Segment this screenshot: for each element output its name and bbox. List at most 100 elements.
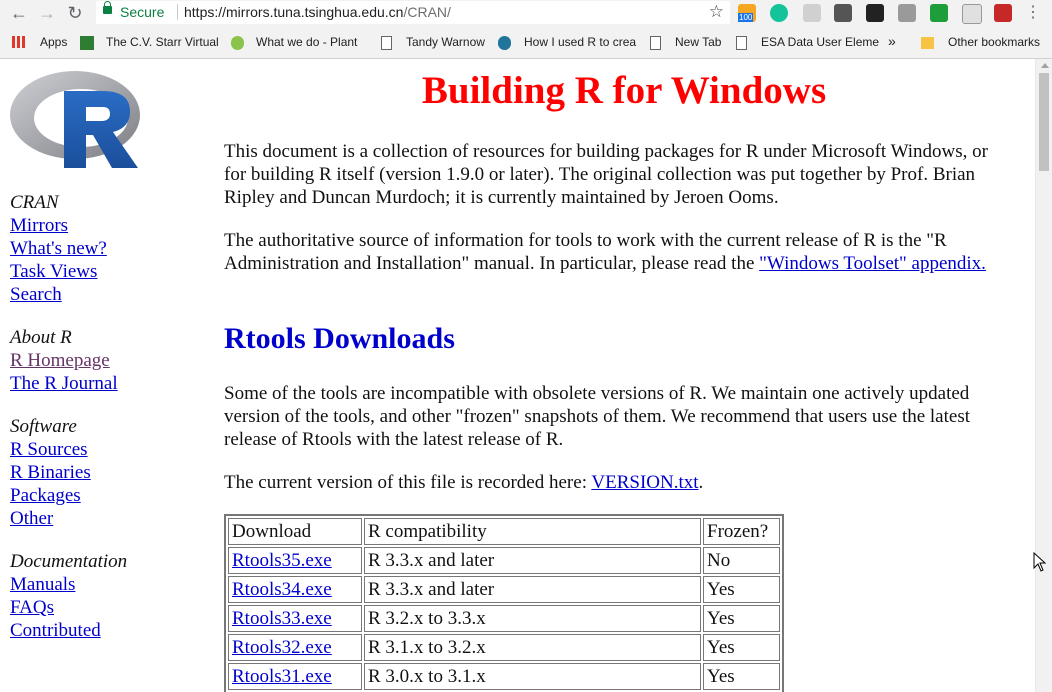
table-cell-download: Rtools32.exe (228, 634, 362, 661)
lock-icon (103, 1, 112, 14)
sidebar-link-other[interactable]: Other (10, 507, 127, 530)
bookmark-other[interactable]: Other bookmarks (948, 35, 1040, 49)
table-header-frozen: Frozen? (703, 518, 780, 545)
bookmark-star-icon[interactable]: ☆ (709, 2, 724, 22)
scroll-thumb[interactable] (1039, 73, 1049, 171)
sidebar-link-packages[interactable]: Packages (10, 484, 127, 507)
sidebar-link-r-journal[interactable]: The R Journal (10, 372, 127, 395)
r-logo[interactable] (9, 65, 143, 171)
bookmark-apps[interactable]: Apps (40, 35, 67, 49)
browser-toolbar: ← → ↻ Secure https://mirrors.tuna.tsingh… (0, 0, 1052, 26)
book-extension-icon[interactable] (994, 4, 1012, 22)
table-cell-frozen: Yes (703, 576, 780, 603)
table-cell-frozen: No (703, 547, 780, 574)
table-cell-compatibility: R 3.2.x to 3.3.x (364, 605, 701, 632)
url-path: /CRAN/ (403, 4, 451, 20)
bookmark-new-tab[interactable]: New Tab (675, 35, 721, 49)
sidebar-heading-documentation: Documentation (10, 551, 128, 572)
table-row: Rtools34.exe R 3.3.x and later Yes (228, 576, 780, 603)
rtools34-link[interactable]: Rtools34.exe (232, 579, 332, 600)
extension-badge: 100 (738, 13, 754, 22)
sidebar-link-r-binaries[interactable]: R Binaries (10, 461, 127, 484)
table-cell-frozen: Yes (703, 663, 780, 690)
bookmark-esa[interactable]: ESA Data User Eleme (761, 35, 879, 49)
secure-label: Secure (120, 4, 165, 20)
rtools31-link[interactable]: Rtools31.exe (232, 666, 332, 687)
page-title: Building R for Windows (421, 69, 827, 112)
sidebar-nav: CRAN Mirrors What's new? Task Views Sear… (10, 191, 127, 642)
folder-icon (921, 37, 934, 49)
compatibility-paragraph: Some of the tools are incompatible with … (224, 383, 971, 450)
checkmark-extension-icon[interactable] (866, 4, 884, 22)
sidebar-link-r-sources[interactable]: R Sources (10, 438, 127, 461)
mouse-cursor-icon (1033, 552, 1047, 572)
table-cell-frozen: Yes (703, 634, 780, 661)
page-icon (381, 36, 392, 50)
sidebar-link-r-homepage[interactable]: R Homepage (10, 349, 127, 372)
bookmark-how-i-used-r[interactable]: How I used R to crea (524, 35, 636, 49)
sidebar-link-faqs[interactable]: FAQs (10, 596, 127, 619)
table-header-compatibility: R compatibility (364, 518, 701, 545)
table-cell-download: Rtools34.exe (228, 576, 362, 603)
version-text: The current version of this file is reco… (224, 472, 592, 493)
nybg-icon (80, 36, 94, 50)
page-content: CRAN Mirrors What's new? Task Views Sear… (0, 59, 1035, 692)
table-row: Rtools35.exe R 3.3.x and later No (228, 547, 780, 574)
menu-kebab-icon[interactable]: ⋮ (1022, 2, 1044, 24)
table-cell-compatibility: R 3.1.x to 3.2.x (364, 634, 701, 661)
plant-icon (231, 36, 244, 50)
sidebar-link-whats-new[interactable]: What's new? (10, 237, 127, 260)
back-icon[interactable]: ← (8, 2, 30, 24)
sidebar-link-contributed[interactable]: Contributed (10, 619, 127, 642)
table-cell-download: Rtools35.exe (228, 547, 362, 574)
table-cell-compatibility: R 3.3.x and later (364, 547, 701, 574)
sidebar-link-mirrors[interactable]: Mirrors (10, 214, 127, 237)
sidebar-heading-about: About R (10, 327, 72, 348)
dropbox-icon[interactable] (803, 4, 821, 22)
table-row: Rtools31.exe R 3.0.x to 3.1.x Yes (228, 663, 780, 690)
rtools33-link[interactable]: Rtools33.exe (232, 608, 332, 629)
version-paragraph: The current version of this file is reco… (224, 471, 1014, 494)
authoritative-paragraph: The authoritative source of information … (224, 229, 1014, 275)
version-period: . (698, 472, 704, 493)
rtools35-link[interactable]: Rtools35.exe (232, 550, 332, 571)
table-cell-compatibility: R 3.3.x and later (364, 576, 701, 603)
page-icon (736, 36, 747, 50)
document-extension-icon[interactable] (962, 4, 982, 24)
page-icon (650, 36, 661, 50)
rtools32-link[interactable]: Rtools32.exe (232, 637, 332, 658)
scroll-up-arrow-icon[interactable] (1041, 63, 1049, 68)
reload-icon[interactable]: ↻ (64, 2, 86, 24)
rtools-heading: Rtools Downloads (224, 322, 455, 355)
sidebar-link-task-views[interactable]: Task Views (10, 260, 127, 283)
download-extension-icon[interactable] (930, 4, 948, 22)
version-txt-link[interactable]: VERSION.txt (591, 472, 698, 493)
bookmarks-overflow-chevron[interactable]: » (888, 33, 896, 49)
url-text[interactable]: https://mirrors.tuna.tsinghua.edu.cn/CRA… (184, 4, 451, 20)
url-base: https://mirrors.tuna.tsinghua.edu.cn (184, 4, 404, 20)
bookmark-tandy-warnow[interactable]: Tandy Warnow (406, 35, 485, 49)
windows-toolset-link[interactable]: "Windows Toolset" appendix. (759, 253, 986, 274)
apps-grid-icon (12, 36, 25, 48)
bookmark-plant[interactable]: What we do - Plant (256, 35, 357, 49)
sidebar-link-search[interactable]: Search (10, 283, 127, 306)
table-cell-download: Rtools33.exe (228, 605, 362, 632)
bookmark-cv-starr[interactable]: The C.V. Starr Virtual (106, 35, 219, 49)
vertical-scrollbar[interactable] (1035, 59, 1052, 692)
intro-paragraph: This document is a collection of resourc… (224, 141, 988, 208)
layers-extension-icon[interactable] (834, 4, 852, 22)
grammarly-icon[interactable] (770, 4, 788, 22)
sidebar-heading-software: Software (10, 416, 77, 437)
rss-extension-icon[interactable]: 100 (738, 4, 756, 22)
forward-icon[interactable]: → (36, 2, 58, 24)
table-header-row: Download R compatibility Frozen? (228, 518, 780, 545)
table-row: Rtools33.exe R 3.2.x to 3.3.x Yes (228, 605, 780, 632)
url-separator (177, 4, 178, 20)
table-cell-compatibility: R 3.0.x to 3.1.x (364, 663, 701, 690)
camera-icon[interactable] (898, 4, 916, 22)
table-cell-download: Rtools31.exe (228, 663, 362, 690)
sidebar-link-manuals[interactable]: Manuals (10, 573, 127, 596)
address-bar[interactable]: Secure https://mirrors.tuna.tsinghua.edu… (96, 1, 730, 24)
wordpress-icon (498, 36, 511, 50)
table-cell-frozen: Yes (703, 605, 780, 632)
